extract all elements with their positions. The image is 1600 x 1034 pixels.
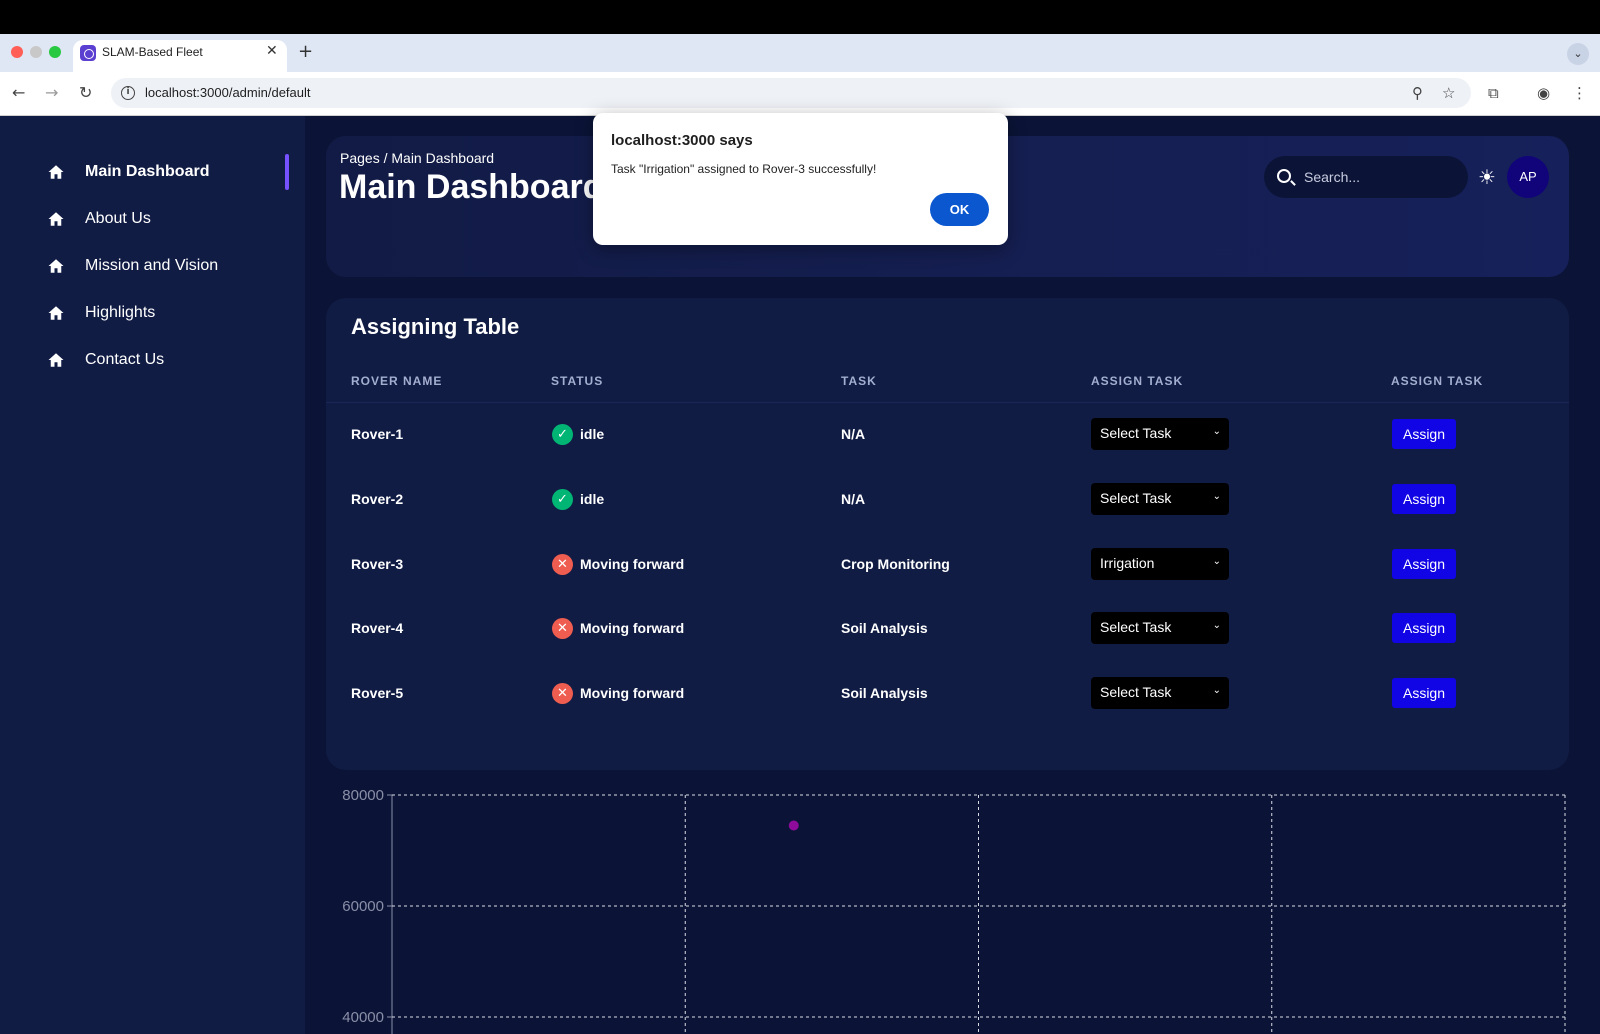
forward-arrow-icon[interactable]: → [45, 83, 58, 102]
sidebar-item-label: Mission and Vision [85, 257, 219, 274]
header-divider [326, 402, 1569, 403]
site-info-icon[interactable]: i [121, 86, 135, 100]
dialog-title: localhost:3000 says [611, 132, 753, 149]
chevron-down-icon: ⌄ [1212, 556, 1221, 567]
home-icon [48, 353, 64, 367]
rover-name-cell: Rover-5 [351, 685, 404, 701]
rover-name-cell: Rover-2 [351, 491, 404, 507]
home-icon [48, 212, 64, 226]
table-title: Assigning Table [351, 314, 520, 339]
active-indicator [285, 154, 289, 190]
reload-icon[interactable]: ↻ [79, 83, 92, 102]
bookmark-star-icon[interactable]: ☆ [1442, 84, 1455, 102]
column-header-rover-name: ROVER NAME [351, 374, 443, 388]
sidebar-item-highlights[interactable]: Highlights [47, 301, 155, 325]
task-select-dropdown[interactable]: Select Task ⌄ [1091, 418, 1229, 450]
maximize-window-button[interactable] [49, 46, 61, 58]
column-header-assign-task-select: ASSIGN TASK [1091, 374, 1184, 388]
home-icon [48, 306, 64, 320]
url-text[interactable]: localhost:3000/admin/default [145, 85, 311, 100]
close-window-button[interactable] [11, 46, 23, 58]
y-tick-label: 40000 [342, 1009, 384, 1026]
new-tab-button[interactable]: + [298, 41, 313, 62]
page-title: Main Dashboard [339, 168, 604, 206]
tab-title: SLAM-Based Fleet [102, 45, 203, 59]
zoom-icon[interactable]: ⚲ [1412, 84, 1423, 102]
assign-button[interactable]: Assign [1392, 419, 1456, 449]
column-header-task: TASK [841, 374, 877, 388]
dialog-ok-button[interactable]: OK [930, 193, 989, 226]
search-input[interactable] [1304, 166, 1454, 188]
error-circle-icon: ✕ [552, 618, 573, 639]
sidebar-item-label: About Us [85, 210, 151, 227]
home-icon [48, 259, 64, 273]
avatar[interactable]: AP [1507, 156, 1549, 198]
chevron-down-icon: ⌄ [1212, 685, 1221, 696]
column-header-assign-task-button: ASSIGN TASK [1391, 374, 1484, 388]
task-select-dropdown[interactable]: Select Task ⌄ [1091, 612, 1229, 644]
site-favicon-icon [80, 45, 96, 61]
minimize-window-button[interactable] [30, 46, 42, 58]
task-cell: N/A [841, 426, 866, 442]
sidebar-item-label: Highlights [85, 304, 156, 321]
tab-close-icon[interactable]: ✕ [266, 43, 278, 59]
dialog-message: Task "Irrigation" assigned to Rover-3 su… [611, 162, 877, 176]
os-menu-bar [0, 0, 1600, 34]
sidebar-item-label: Contact Us [85, 351, 165, 368]
assign-button[interactable]: Assign [1392, 678, 1456, 708]
y-tick-label: 80000 [342, 790, 384, 804]
home-icon [48, 165, 64, 179]
assign-button[interactable]: Assign [1392, 613, 1456, 643]
task-cell: Crop Monitoring [841, 556, 950, 572]
rover-name-cell: Rover-3 [351, 556, 404, 572]
assigning-table-card [326, 298, 1569, 770]
check-circle-icon: ✓ [552, 424, 573, 445]
browser-menu-icon[interactable]: ⋮ [1572, 84, 1587, 102]
tab-search-chevron-icon[interactable]: ⌄ [1567, 43, 1589, 65]
error-circle-icon: ✕ [552, 683, 573, 704]
task-select-value: Irrigation [1100, 555, 1155, 571]
status-cell: idle [580, 426, 605, 442]
status-cell: Moving forward [580, 685, 685, 701]
assign-button[interactable]: Assign [1392, 549, 1456, 579]
task-select-dropdown[interactable]: Select Task ⌄ [1091, 677, 1229, 709]
chevron-down-icon: ⌄ [1212, 491, 1221, 502]
profile-icon[interactable]: ◉ [1537, 84, 1550, 102]
task-cell: N/A [841, 491, 866, 507]
breadcrumb[interactable]: Pages / Main Dashboard [340, 150, 494, 166]
sidebar-item-label: Main Dashboard [85, 163, 210, 180]
rover-name-cell: Rover-4 [351, 620, 404, 636]
task-select-value: Select Task [1100, 490, 1172, 506]
chevron-down-icon: ⌄ [1212, 620, 1221, 631]
address-bar[interactable] [111, 78, 1471, 108]
back-arrow-icon[interactable]: ← [12, 83, 25, 102]
task-select-dropdown[interactable]: Irrigation ⌄ [1091, 548, 1229, 580]
y-tick-label: 60000 [342, 898, 384, 915]
task-select-value: Select Task [1100, 684, 1172, 700]
assign-button[interactable]: Assign [1392, 484, 1456, 514]
scatter-chart: 80000 60000 40000 [342, 790, 1566, 1034]
task-select-value: Select Task [1100, 619, 1172, 635]
sidebar-item-about-us[interactable]: About Us [47, 207, 151, 231]
task-select-value: Select Task [1100, 425, 1172, 441]
search-icon [1277, 169, 1291, 183]
sun-theme-toggle-icon[interactable]: ☀ [1478, 165, 1496, 189]
status-cell: idle [580, 491, 605, 507]
task-cell: Soil Analysis [841, 685, 928, 701]
status-cell: Moving forward [580, 556, 685, 572]
column-header-status: STATUS [551, 374, 604, 388]
task-cell: Soil Analysis [841, 620, 928, 636]
sidebar-item-contact-us[interactable]: Contact Us [47, 348, 164, 372]
check-circle-icon: ✓ [552, 489, 573, 510]
rover-name-cell: Rover-1 [351, 426, 404, 442]
data-point [788, 820, 799, 831]
task-select-dropdown[interactable]: Select Task ⌄ [1091, 483, 1229, 515]
error-circle-icon: ✕ [552, 554, 573, 575]
extensions-puzzle-icon[interactable]: ⧉ [1488, 84, 1499, 102]
sidebar-item-main-dashboard[interactable]: Main Dashboard [47, 160, 209, 184]
status-cell: Moving forward [580, 620, 685, 636]
chevron-down-icon: ⌄ [1212, 426, 1221, 437]
sidebar-item-mission-vision[interactable]: Mission and Vision [47, 254, 218, 278]
